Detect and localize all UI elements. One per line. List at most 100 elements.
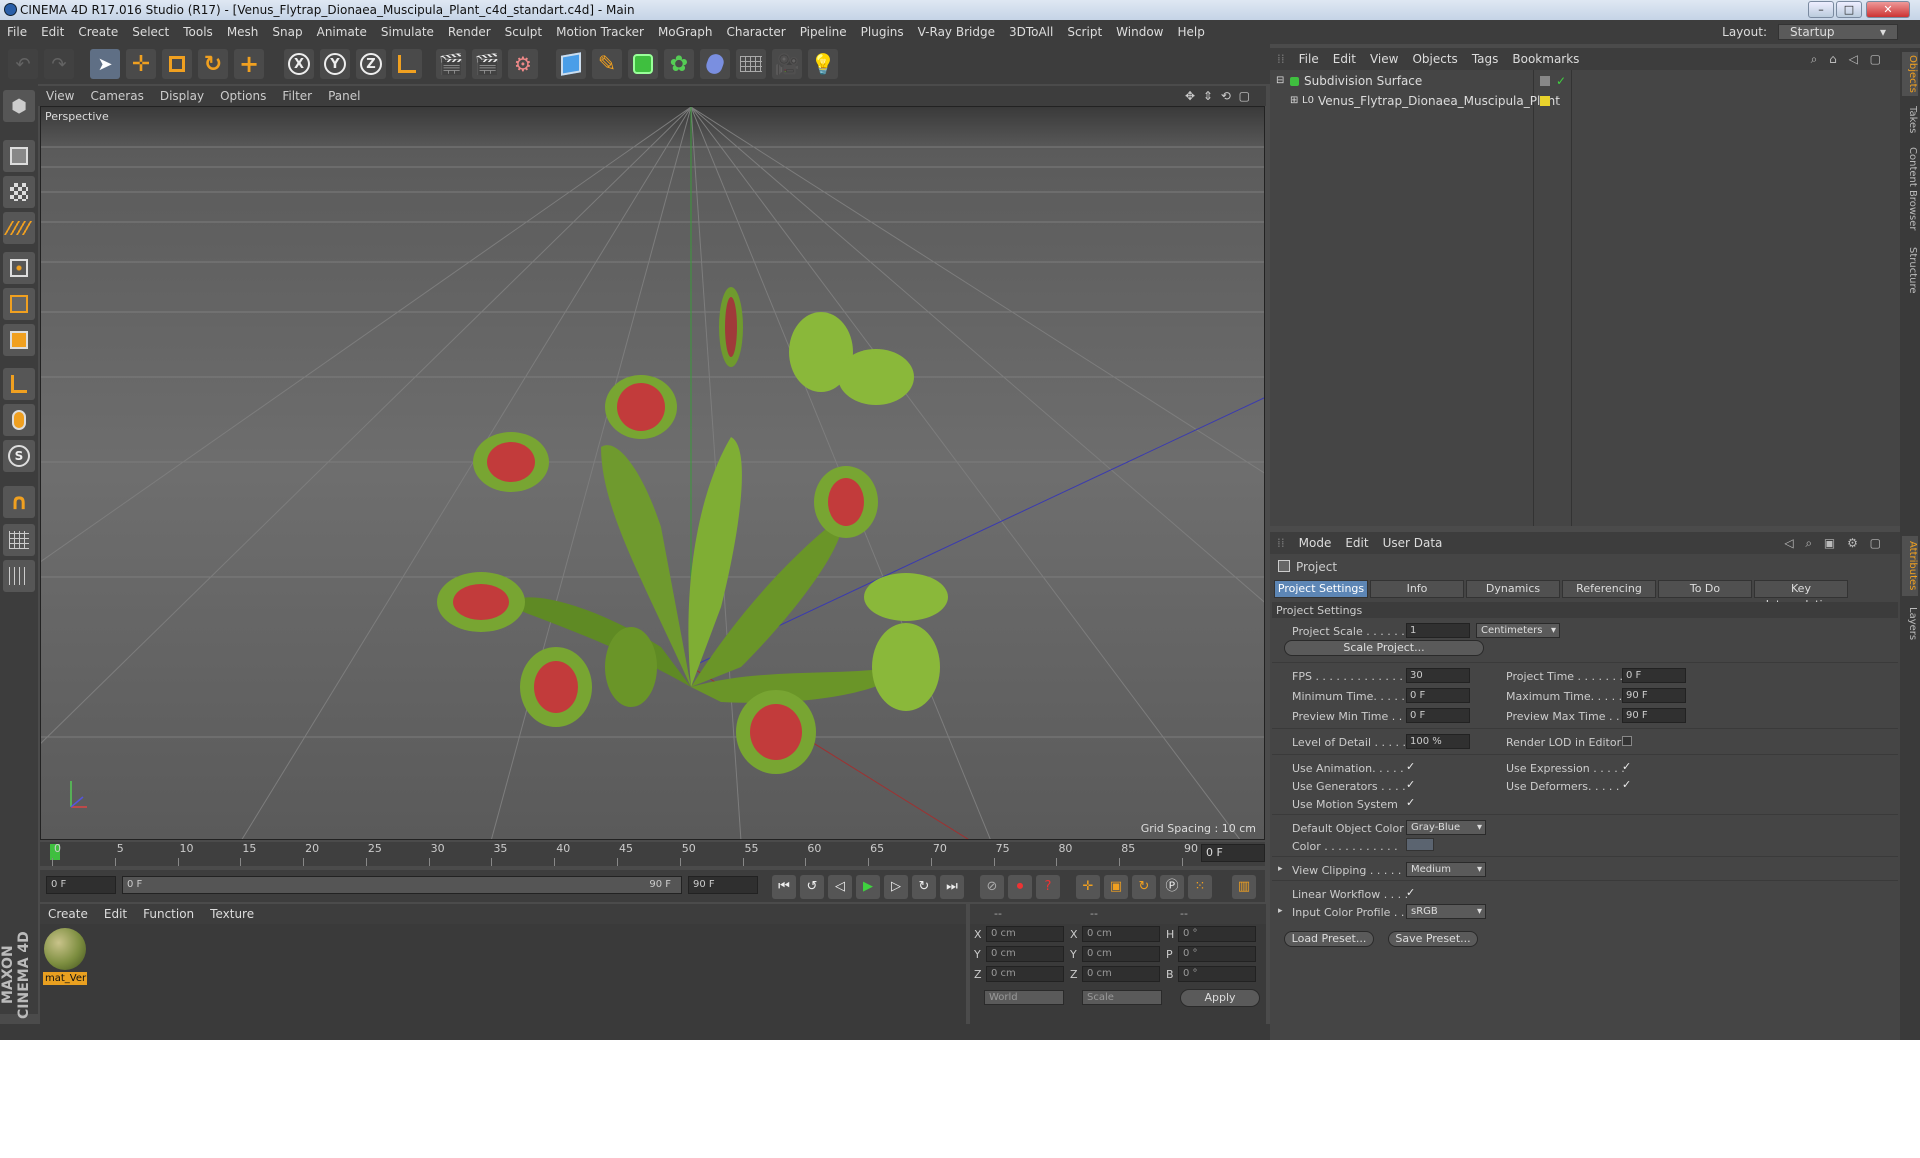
- coordinate-mode-select[interactable]: World: [984, 990, 1064, 1005]
- side-tab-structure[interactable]: Structure: [1902, 242, 1918, 298]
- layout-select[interactable]: Startup ▾: [1778, 24, 1898, 40]
- side-tab-takes[interactable]: Takes: [1902, 104, 1918, 136]
- viewport-menu-filter[interactable]: Filter: [274, 86, 320, 106]
- menu-edit[interactable]: Edit: [34, 20, 71, 44]
- snapping-button[interactable]: S: [3, 440, 35, 472]
- rot-p-field[interactable]: 0 °: [1178, 946, 1256, 962]
- enabled-check-icon[interactable]: ✓: [1556, 72, 1566, 90]
- menu-create[interactable]: Create: [71, 20, 125, 44]
- tab-info[interactable]: Info: [1370, 580, 1464, 598]
- end-frame-field[interactable]: 90 F: [688, 876, 758, 894]
- load-preset-button[interactable]: Load Preset...: [1284, 931, 1374, 947]
- pos-y-field[interactable]: 0 cm: [986, 946, 1064, 962]
- viewport-menu-panel[interactable]: Panel: [320, 86, 368, 106]
- make-editable-button[interactable]: ⬢: [3, 90, 35, 122]
- objects-menu-edit[interactable]: Edit: [1326, 48, 1363, 70]
- add-array-button[interactable]: ✿: [664, 49, 694, 79]
- level-of-detail-field[interactable]: 100 %: [1406, 734, 1470, 749]
- render-to-picture-viewer-button[interactable]: 🎬: [472, 49, 502, 79]
- menu-character[interactable]: Character: [719, 20, 792, 44]
- add-generator-button[interactable]: [628, 49, 658, 79]
- objects-menu-objects[interactable]: Objects: [1405, 48, 1464, 70]
- menu-motion-tracker[interactable]: Motion Tracker: [549, 20, 651, 44]
- render-settings-button[interactable]: ⚙: [508, 49, 538, 79]
- pos-z-field[interactable]: 0 cm: [986, 966, 1064, 982]
- material-swatch[interactable]: mat_Ver: [40, 924, 92, 990]
- menu-window[interactable]: Window: [1109, 20, 1170, 44]
- go-to-end-button[interactable]: ⏭: [940, 875, 964, 899]
- go-to-start-button[interactable]: ⏮: [772, 875, 796, 899]
- default-object-color-select[interactable]: Gray-Blue ▾: [1406, 820, 1486, 835]
- color-swatch[interactable]: [1406, 838, 1434, 851]
- tweak-mode-button[interactable]: [3, 404, 35, 436]
- add-scene-button[interactable]: [736, 49, 766, 79]
- polygons-mode-button[interactable]: [3, 324, 35, 356]
- material-menu-create[interactable]: Create: [40, 904, 96, 924]
- objects-menu-view[interactable]: View: [1363, 48, 1405, 70]
- side-tab-attributes[interactable]: Attributes: [1902, 536, 1918, 596]
- live-selection-button[interactable]: ➤: [90, 49, 120, 79]
- rot-b-field[interactable]: 0 °: [1178, 966, 1256, 982]
- y-axis-button[interactable]: Y: [320, 49, 350, 79]
- rotation-key-button[interactable]: ↻: [1132, 875, 1156, 899]
- size-mode-select[interactable]: Scale: [1082, 990, 1162, 1005]
- points-mode-button[interactable]: [3, 252, 35, 284]
- view-clipping-select[interactable]: Medium ▾: [1406, 862, 1486, 877]
- menu-pipeline[interactable]: Pipeline: [793, 20, 854, 44]
- project-scale-unit-select[interactable]: Centimeters ▾: [1476, 623, 1560, 638]
- texture-mode-button[interactable]: [3, 176, 35, 208]
- next-frame-button[interactable]: ▷: [884, 875, 908, 899]
- edges-mode-button[interactable]: [3, 288, 35, 320]
- project-scale-field[interactable]: 1: [1406, 623, 1470, 638]
- menu-animate[interactable]: Animate: [310, 20, 374, 44]
- current-frame-field[interactable]: 0 F: [1201, 844, 1265, 862]
- menu-sculpt[interactable]: Sculpt: [498, 20, 549, 44]
- material-menu-edit[interactable]: Edit: [96, 904, 135, 924]
- objects-menu-bookmarks[interactable]: Bookmarks: [1505, 48, 1586, 70]
- min-time-field[interactable]: 0 F: [1406, 688, 1470, 703]
- layer-color-swatch[interactable]: [1540, 96, 1550, 106]
- undo-button[interactable]: ↶: [8, 49, 38, 79]
- viewport-navigation-icons[interactable]: ✥ ⇕ ⟲ ▢: [1177, 86, 1260, 106]
- add-cube-button[interactable]: [556, 49, 586, 79]
- object-row-subdivision-surface[interactable]: ⊟ Subdivision Surface ✓: [1270, 72, 1900, 90]
- attributes-menu-edit[interactable]: Edit: [1338, 532, 1375, 554]
- menu-plugins[interactable]: Plugins: [854, 20, 911, 44]
- render-view-button[interactable]: 🎬: [436, 49, 466, 79]
- attributes-menu-mode[interactable]: Mode: [1292, 532, 1339, 554]
- redo-button[interactable]: ↷: [44, 49, 74, 79]
- previous-key-button[interactable]: ↺: [800, 875, 824, 899]
- size-x-field[interactable]: 0 cm: [1082, 926, 1160, 942]
- use-generators-checkbox[interactable]: ✓: [1406, 779, 1418, 791]
- linear-workflow-checkbox[interactable]: ✓: [1406, 887, 1418, 899]
- side-tab-objects[interactable]: Objects: [1902, 52, 1918, 96]
- expand-arrow-icon[interactable]: ▸: [1278, 864, 1283, 874]
- tab-to-do[interactable]: To Do: [1658, 580, 1752, 598]
- side-tab-content-browser[interactable]: Content Browser: [1902, 144, 1918, 234]
- pos-x-field[interactable]: 0 cm: [986, 926, 1064, 942]
- menu-file[interactable]: File: [0, 20, 34, 44]
- record-keys-button[interactable]: ⊘: [980, 875, 1004, 899]
- save-preset-button[interactable]: Save Preset...: [1388, 931, 1478, 947]
- attributes-menu-user-data[interactable]: User Data: [1376, 532, 1450, 554]
- menu-vray-bridge[interactable]: V-Ray Bridge: [911, 20, 1002, 44]
- scale-key-button[interactable]: ▣: [1104, 875, 1128, 899]
- rot-h-field[interactable]: 0 °: [1178, 926, 1256, 942]
- add-light-button[interactable]: 💡: [808, 49, 838, 79]
- preview-max-field[interactable]: 90 F: [1622, 708, 1686, 723]
- close-button[interactable]: ✕: [1866, 1, 1910, 18]
- input-color-profile-select[interactable]: sRGB ▾: [1406, 904, 1486, 919]
- material-menu-texture[interactable]: Texture: [202, 904, 262, 924]
- add-camera-button[interactable]: 🎥: [772, 49, 802, 79]
- use-deformers-checkbox[interactable]: ✓: [1622, 779, 1634, 791]
- coordinate-system-button[interactable]: [392, 49, 422, 79]
- max-time-field[interactable]: 90 F: [1622, 688, 1686, 703]
- preview-range-slider[interactable]: 0 F 90 F: [122, 876, 682, 894]
- next-key-button[interactable]: ↻: [912, 875, 936, 899]
- size-y-field[interactable]: 0 cm: [1082, 946, 1160, 962]
- menu-help[interactable]: Help: [1170, 20, 1211, 44]
- keyframe-selection-button[interactable]: ?: [1036, 875, 1060, 899]
- size-z-field[interactable]: 0 cm: [1082, 966, 1160, 982]
- start-frame-field[interactable]: 0 F: [46, 876, 116, 894]
- preview-min-field[interactable]: 0 F: [1406, 708, 1470, 723]
